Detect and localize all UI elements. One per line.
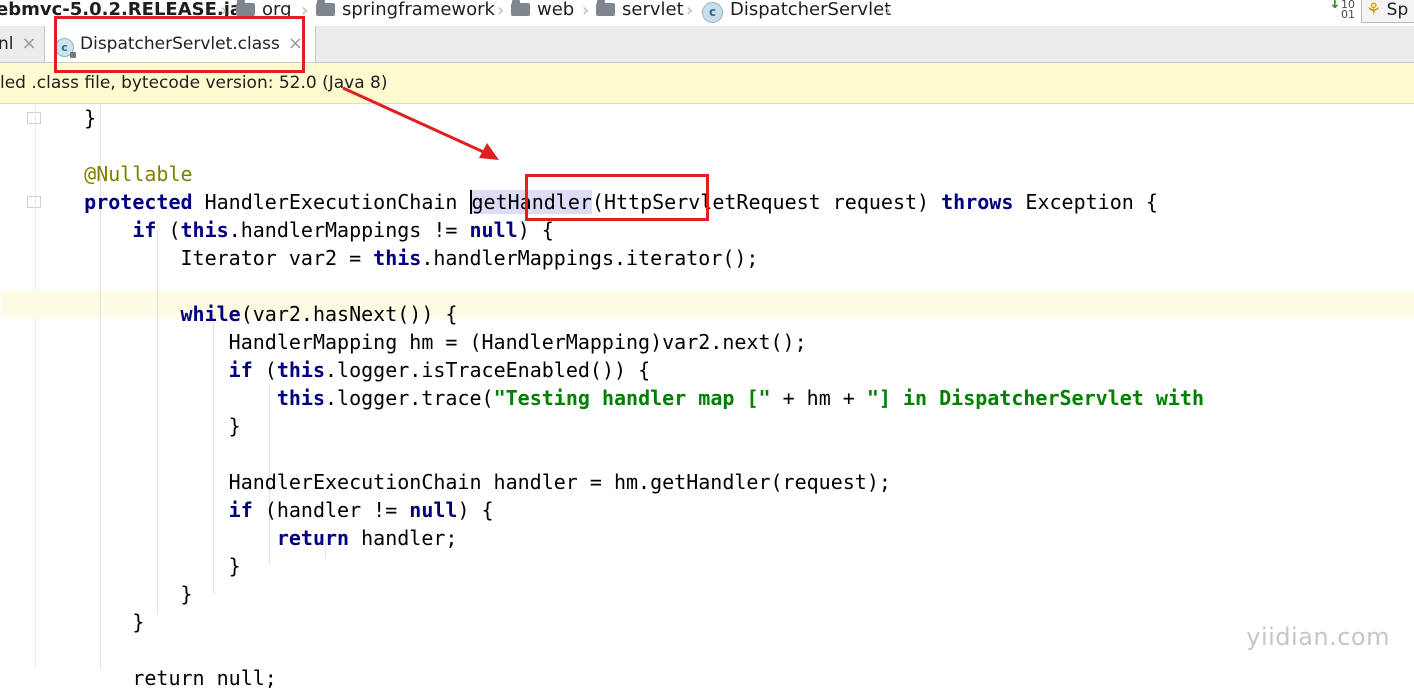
code-token: return null; xyxy=(36,666,277,690)
annotation-arrow-icon xyxy=(342,86,499,160)
watermark: yiidian.com xyxy=(1246,623,1390,651)
